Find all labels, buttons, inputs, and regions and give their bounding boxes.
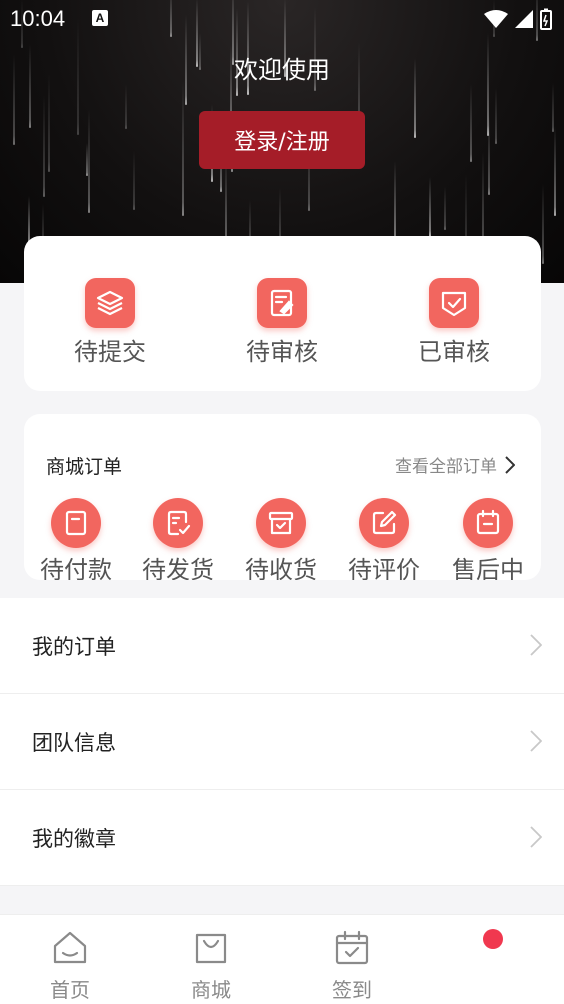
home-icon xyxy=(53,931,87,964)
tab-label: 签到 xyxy=(332,978,372,1002)
layers-icon xyxy=(85,278,135,328)
review-item-label: 待提交 xyxy=(74,338,146,366)
tab-label: 首页 xyxy=(50,978,90,1002)
login-register-button[interactable]: 登录/注册 xyxy=(199,111,365,169)
chevron-right-icon xyxy=(530,730,542,752)
order-item-after-sale[interactable]: 售后中 xyxy=(438,498,538,580)
order-item-label: 售后中 xyxy=(452,556,524,580)
light-streak xyxy=(444,186,446,230)
box-check-icon xyxy=(256,498,306,548)
edit-icon xyxy=(359,498,409,548)
light-streak xyxy=(429,177,431,237)
wifi-icon xyxy=(484,10,508,28)
menu-list: 我的订单 团队信息 我的徽章 xyxy=(0,598,564,886)
light-streak xyxy=(542,184,544,264)
order-item-label: 待收货 xyxy=(245,556,317,580)
review-item-label: 待审核 xyxy=(246,338,318,366)
status-time: 10:04 xyxy=(10,6,66,31)
review-item-pending-review[interactable]: 待审核 xyxy=(212,278,352,367)
menu-item-my-orders[interactable]: 我的订单 xyxy=(0,598,564,694)
review-item-label: 已审核 xyxy=(418,338,490,366)
order-item-pending-shipment[interactable]: 待发货 xyxy=(128,498,228,580)
menu-item-label: 我的订单 xyxy=(32,634,116,659)
receipt-check-icon xyxy=(153,498,203,548)
light-streak xyxy=(48,73,50,172)
wallet-icon xyxy=(51,498,101,548)
notification-dot[interactable] xyxy=(483,929,503,949)
tab-checkin[interactable]: 签到 xyxy=(302,929,402,1003)
review-status-card: 待提交 待审核 已审核 xyxy=(24,236,541,391)
mall-orders-card: 商城订单 查看全部订单 待付款 待发货 待收货 待评价 售后中 xyxy=(24,414,541,580)
tab-home[interactable]: 首页 xyxy=(20,929,120,1003)
light-streak xyxy=(88,109,90,213)
shopping-bag-icon xyxy=(195,933,227,964)
menu-item-my-badges[interactable]: 我的徽章 xyxy=(0,790,564,886)
chevron-right-icon xyxy=(505,455,515,474)
chevron-right-icon xyxy=(530,826,542,848)
battery-icon xyxy=(540,8,552,30)
light-streak xyxy=(43,95,45,197)
light-streak xyxy=(28,196,30,245)
light-streak xyxy=(182,81,184,216)
menu-item-label: 团队信息 xyxy=(32,730,116,755)
tab-label: 商城 xyxy=(191,978,231,1002)
shield-check-icon xyxy=(429,278,479,328)
light-streak xyxy=(394,161,396,246)
welcome-text: 欢迎使用 xyxy=(234,56,330,84)
review-item-reviewed[interactable]: 已审核 xyxy=(384,278,524,367)
order-item-pending-payment[interactable]: 待付款 xyxy=(26,498,126,580)
review-item-pending-submit[interactable]: 待提交 xyxy=(40,278,180,367)
view-all-orders-label: 查看全部订单 xyxy=(395,457,497,477)
light-streak xyxy=(125,84,127,129)
calendar-check-icon xyxy=(335,930,369,965)
light-streak xyxy=(86,143,88,176)
tab-mall[interactable]: 商城 xyxy=(161,929,261,1003)
light-streak xyxy=(554,126,556,216)
order-item-label: 待评价 xyxy=(348,556,420,580)
notification-icon: A xyxy=(92,10,108,26)
mall-orders-title: 商城订单 xyxy=(46,456,123,478)
order-item-label: 待付款 xyxy=(40,556,112,580)
light-streak xyxy=(495,88,497,144)
menu-item-team-info[interactable]: 团队信息 xyxy=(0,694,564,790)
status-bar: 10:04 A xyxy=(0,0,564,38)
order-item-pending-review[interactable]: 待评价 xyxy=(334,498,434,580)
light-streak xyxy=(470,84,472,162)
document-pen-icon xyxy=(257,278,307,328)
calendar-icon xyxy=(463,498,513,548)
light-streak xyxy=(552,83,554,132)
order-item-pending-receipt[interactable]: 待收货 xyxy=(231,498,331,580)
menu-item-label: 我的徽章 xyxy=(32,826,116,851)
view-all-orders-link[interactable]: 查看全部订单 xyxy=(395,452,515,477)
order-item-label: 待发货 xyxy=(142,556,214,580)
light-streak xyxy=(133,151,135,210)
bottom-tab-bar: 首页 商城 签到 xyxy=(0,914,564,1004)
chevron-right-icon xyxy=(530,634,542,656)
signal-icon xyxy=(515,10,533,28)
